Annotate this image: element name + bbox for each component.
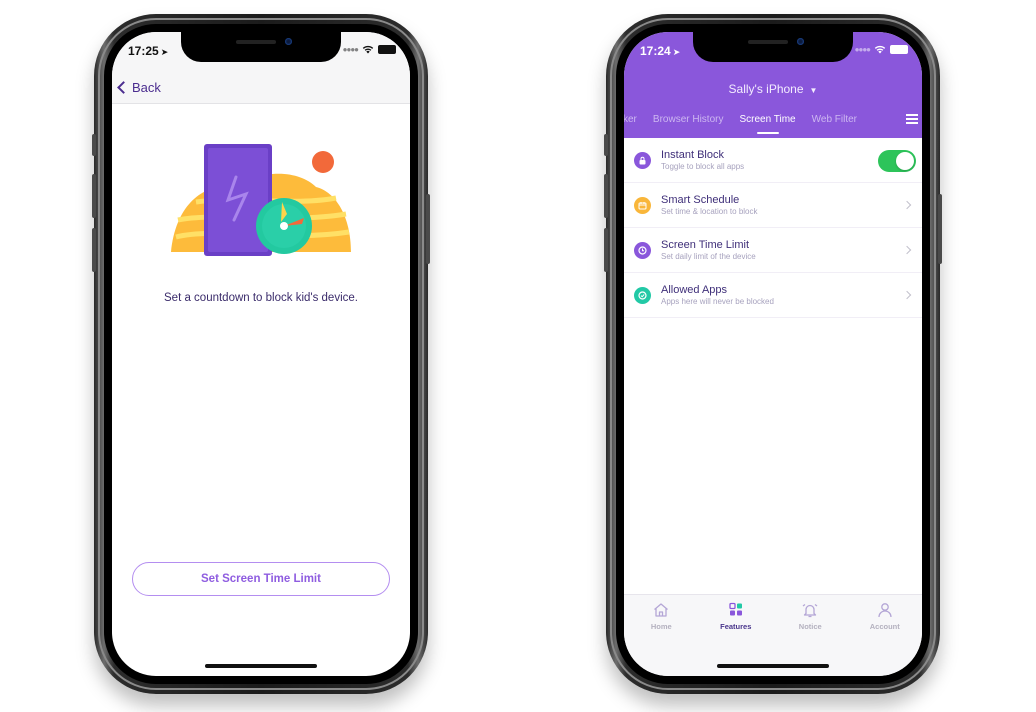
signal-icon: ●●●● <box>854 44 871 54</box>
chevron-right-icon <box>902 245 912 255</box>
speaker <box>748 40 788 44</box>
bell-icon <box>802 603 818 618</box>
caret-down-icon: ▼ <box>809 86 818 95</box>
tab-web-filter[interactable]: Web Filter <box>804 110 865 129</box>
volume-up-button <box>92 174 96 218</box>
signal-icon: ●●●● <box>342 44 359 54</box>
camera <box>797 38 804 45</box>
home-indicator[interactable] <box>717 664 829 668</box>
item-title: Smart Schedule <box>661 194 740 206</box>
item-title: Allowed Apps <box>661 284 728 296</box>
back-button[interactable]: Back <box>116 80 161 95</box>
device-selector[interactable]: Sally's iPhone ▼ <box>624 82 922 96</box>
location-arrow-icon: ➤ <box>160 47 169 57</box>
phone-bezel: 17:25 ➤ ●●●● Back Set a countdown to blo… <box>104 24 418 684</box>
volume-down-button <box>92 228 96 272</box>
notch <box>693 32 853 62</box>
list-item-screen-time-limit[interactable]: Screen Time Limit Set daily limit of the… <box>624 228 922 273</box>
notch <box>181 32 341 62</box>
clock-icon <box>634 241 651 259</box>
home-icon <box>654 603 669 617</box>
power-button <box>938 194 942 264</box>
tab-browser-history[interactable]: Browser History <box>645 110 732 129</box>
features-icon <box>729 602 742 616</box>
check-icon <box>634 286 651 304</box>
list-item-allowed-apps[interactable]: Allowed Apps Apps here will never be blo… <box>624 273 922 318</box>
toggle-knob <box>896 152 914 170</box>
hamburger-menu-icon[interactable] <box>906 114 918 124</box>
tab-app-blocker[interactable]: cker <box>624 110 645 129</box>
right-screen: Sally's iPhone▼ cker Browser History Scr… <box>624 32 922 676</box>
set-screen-time-limit-button[interactable]: Set Screen Time Limit <box>132 562 390 596</box>
battery-icon <box>378 44 396 54</box>
status-time: 17:25 ➤ <box>128 44 169 58</box>
list-item-instant-block[interactable]: Instant Block Toggle to block all apps <box>624 138 922 183</box>
item-subtitle: Set time & location to block <box>661 207 758 216</box>
item-subtitle: Apps here will never be blocked <box>661 297 774 306</box>
tabbar-home[interactable]: Home <box>624 595 699 676</box>
item-subtitle: Toggle to block all apps <box>661 162 745 171</box>
account-icon <box>878 603 892 618</box>
screen-time-options: Instant Block Toggle to block all apps S… <box>624 138 922 318</box>
speaker <box>236 40 276 44</box>
camera <box>285 38 292 45</box>
power-button <box>426 194 430 264</box>
volume-down-button <box>604 228 608 272</box>
volume-up-button <box>604 174 608 218</box>
left-screen: 17:25 ➤ ●●●● Back Set a countdown to blo… <box>112 32 410 676</box>
phone-bezel: Sally's iPhone▼ cker Browser History Scr… <box>616 24 930 684</box>
screen-subtitle: Set a countdown to block kid's device. <box>164 292 358 304</box>
home-indicator[interactable] <box>205 664 317 668</box>
location-arrow-icon: ➤ <box>672 47 681 57</box>
list-item-smart-schedule[interactable]: Smart Schedule Set time & location to bl… <box>624 183 922 228</box>
phone-with-timer-illustration <box>171 144 351 256</box>
wifi-icon <box>362 45 374 54</box>
chevron-left-icon <box>117 81 130 94</box>
right-phone-mockup: Sally's iPhone▼ cker Browser History Scr… <box>604 14 942 694</box>
tab-screen-time[interactable]: Screen Time <box>731 110 803 129</box>
chevron-right-icon <box>902 290 912 300</box>
item-title: Instant Block <box>661 149 724 161</box>
tabbar-account[interactable]: Account <box>848 595 923 676</box>
left-phone-mockup: 17:25 ➤ ●●●● Back Set a countdown to blo… <box>92 14 430 694</box>
chevron-right-icon <box>902 200 912 210</box>
feature-tabs: cker Browser History Screen Time Web Fil… <box>624 110 922 138</box>
item-subtitle: Set daily limit of the device <box>661 252 756 261</box>
instant-block-toggle[interactable] <box>878 150 916 172</box>
calendar-icon <box>634 196 651 214</box>
status-time: 17:24 ➤ <box>640 44 681 58</box>
item-title: Screen Time Limit <box>661 239 750 251</box>
mute-switch <box>604 134 608 156</box>
lock-icon <box>634 151 651 169</box>
wifi-icon <box>874 45 886 54</box>
battery-icon <box>890 44 908 54</box>
mute-switch <box>92 134 96 156</box>
